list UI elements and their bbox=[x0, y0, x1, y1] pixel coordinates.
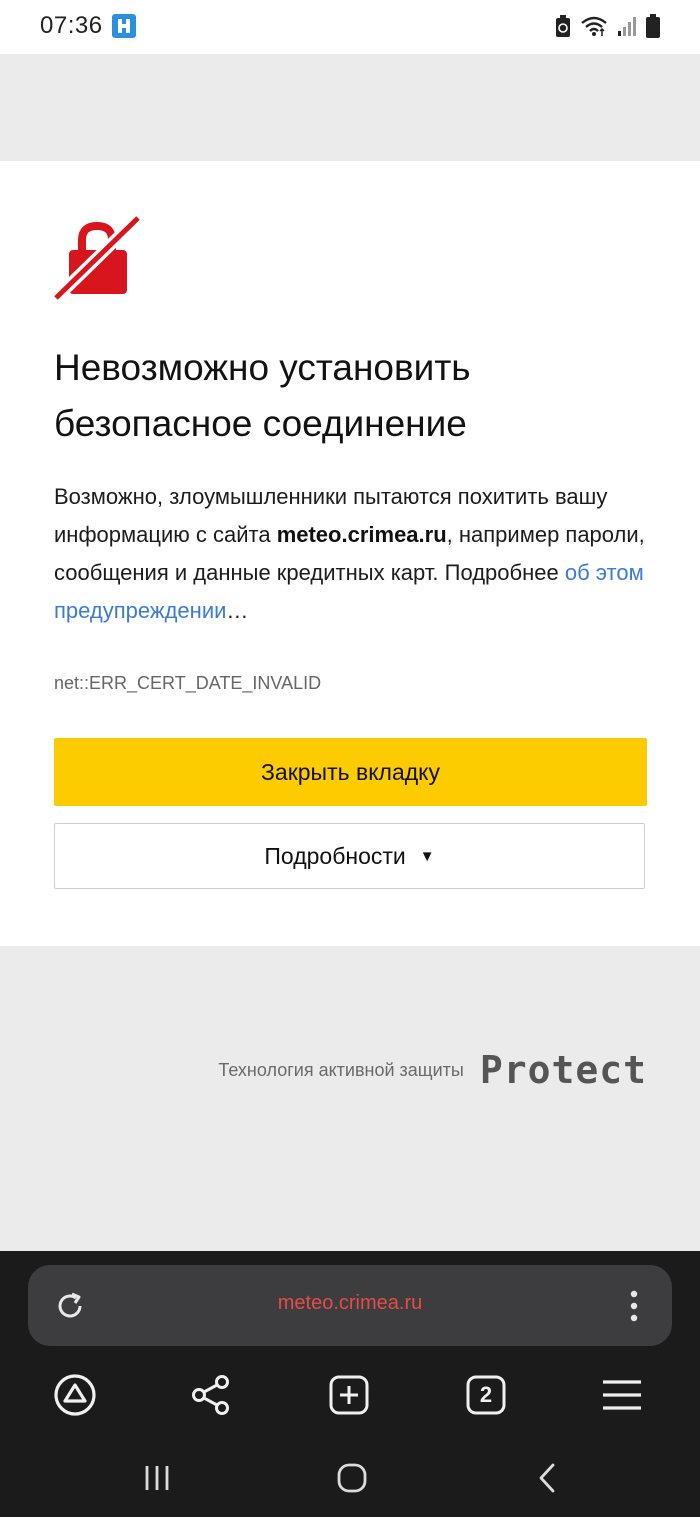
desc-site: meteo.crimea.ru bbox=[276, 522, 447, 547]
page-margin-top bbox=[0, 54, 700, 161]
new-tab-icon[interactable] bbox=[327, 1373, 371, 1417]
details-label: Подробности bbox=[264, 842, 406, 869]
recent-apps-icon[interactable] bbox=[139, 1460, 175, 1496]
protect-footer: Технология активной защиты Protect bbox=[218, 1048, 647, 1092]
status-icons bbox=[555, 12, 660, 40]
close-tab-label: Закрыть вкладку bbox=[261, 758, 440, 785]
error-description: Возможно, злоумышленники пытаются похити… bbox=[54, 478, 654, 630]
status-time: 07:36 bbox=[40, 12, 103, 39]
back-icon[interactable] bbox=[530, 1460, 566, 1496]
alice-icon[interactable] bbox=[53, 1373, 97, 1417]
more-vertical-icon[interactable] bbox=[624, 1288, 644, 1324]
protect-caption: Технология активной защиты bbox=[218, 1059, 464, 1080]
caret-down-icon: ▼ bbox=[419, 847, 435, 865]
error-title: Невозможно установить безопасное соедине… bbox=[54, 347, 471, 444]
close-tab-button[interactable]: Закрыть вкладку bbox=[54, 738, 647, 806]
home-icon[interactable] bbox=[334, 1460, 370, 1496]
desc-ellipsis: … bbox=[226, 598, 249, 623]
protect-logo: Protect bbox=[479, 1048, 647, 1092]
share-icon[interactable] bbox=[189, 1373, 233, 1417]
app-notification-icon bbox=[112, 14, 136, 38]
battery-saver-icon bbox=[556, 15, 570, 37]
signal-icon bbox=[618, 17, 636, 36]
wifi-icon bbox=[581, 16, 607, 36]
tabs-button[interactable]: 2 bbox=[464, 1373, 508, 1417]
details-button[interactable]: Подробности ▼ bbox=[54, 823, 645, 889]
tabs-count: 2 bbox=[479, 1382, 493, 1407]
error-code: net::ERR_CERT_DATE_INVALID bbox=[54, 673, 322, 693]
broken-lock-icon bbox=[52, 213, 142, 302]
address-url[interactable]: meteo.crimea.ru bbox=[0, 1292, 700, 1315]
battery-icon bbox=[646, 14, 660, 38]
status-bar: 07:36 bbox=[0, 0, 700, 54]
hamburger-menu-icon[interactable] bbox=[600, 1373, 644, 1417]
